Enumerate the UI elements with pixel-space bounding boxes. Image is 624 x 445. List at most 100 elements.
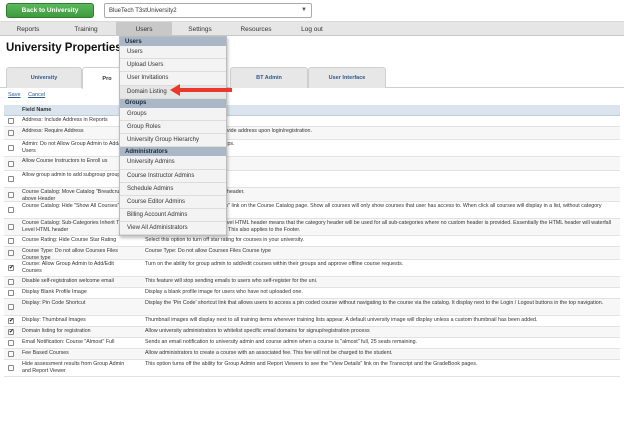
property-checkbox[interactable] <box>8 118 14 124</box>
field-name: Display: Pin Code Shortcut <box>22 300 86 306</box>
table-row: Allow Course Instructors to Enroll ususe… <box>4 157 620 171</box>
field-description: Display a blank profile image for users … <box>145 289 303 295</box>
table-header: Field Name <box>4 105 620 116</box>
nav-resources[interactable]: Resources <box>228 22 284 36</box>
field-name: Course Catalog: Sub-Categories Inherit T… <box>22 220 125 233</box>
field-description: Allow administrators to create a course … <box>145 350 393 356</box>
menu-section-administrators: Administrators <box>120 147 226 157</box>
field-name: Course Rating: Hide Course Star Rating <box>22 237 117 243</box>
table-row: Course Rating: Hide Course Star Rating Se… <box>4 236 620 247</box>
property-checkbox[interactable] <box>8 145 14 151</box>
page-title: University Properties <box>6 42 122 54</box>
field-name: Course Catalog: Move Catalog "Breadcrumb… <box>22 189 129 202</box>
field-name: Domain listing for registration <box>22 328 91 334</box>
property-checkbox[interactable]: ✔ <box>8 329 14 335</box>
field-name: Email Notification: Course "Almost" Full <box>22 339 115 345</box>
nav-settings[interactable]: Settings <box>172 22 228 36</box>
table-row: Admin: Do not Allow Group Admin to Add/E… <box>4 140 620 157</box>
field-description: Sends an email notification to universit… <box>145 339 417 345</box>
field-name: Allow group admin to add subgroup groups <box>22 172 124 178</box>
field-name: Course: Allow Group Admin to Add/Edit Co… <box>22 261 114 274</box>
table-row: Disable self-registration welcome email T… <box>4 277 620 288</box>
tab-university[interactable]: University <box>6 67 82 88</box>
field-name: Disable self-registration welcome email <box>22 278 114 284</box>
field-description: Course Type: Do not allow Courses Files … <box>145 248 271 254</box>
field-name: Address: Include Address in Reports <box>22 117 108 123</box>
table-row: Course Type: Do not allow Courses Files … <box>4 247 620 261</box>
form-actions: Save Cancel <box>8 92 51 98</box>
property-checkbox[interactable] <box>8 130 14 136</box>
field-description: This feature will stop sending emails to… <box>145 278 318 284</box>
field-name: Display Blank Profile Image <box>22 289 87 295</box>
field-description: Display the 'Pin Code' shortcut link tha… <box>145 300 604 306</box>
users-dropdown-menu: Users Users Upload Users User Invitation… <box>119 36 227 237</box>
table-row: ✔ Domain listing for registration Allow un… <box>4 327 620 338</box>
table-row: Display: Pin Code Shortcut Display the 'P… <box>4 299 620 316</box>
chevron-down-icon: ▼ <box>301 7 307 13</box>
table-row: Course Catalog: Hide "Show All Courses" … <box>4 202 620 219</box>
property-checkbox[interactable] <box>8 351 14 357</box>
menu-item-upload-users[interactable]: Upload Users <box>120 59 226 73</box>
field-description: Select this option to turn off star rati… <box>145 237 305 243</box>
nav-reports[interactable]: Reports <box>0 22 56 36</box>
field-name: Fee Based Courses <box>22 350 69 356</box>
menu-item-billing-account-admins[interactable]: Billing Account Admins <box>120 209 226 223</box>
university-select-value: BlueTech T3stUniversity2 <box>109 7 177 14</box>
field-description: Turn on the ability for group admin to a… <box>145 261 404 267</box>
property-checkbox[interactable] <box>8 238 14 244</box>
property-checkbox[interactable] <box>8 290 14 296</box>
save-link[interactable]: Save <box>8 92 21 98</box>
main-nav: Reports Training Users Settings Resource… <box>0 22 624 36</box>
tab-bar: University Pro BT Admin User Interface <box>0 64 624 89</box>
property-checkbox[interactable]: ✔ <box>8 265 14 271</box>
nav-log-out[interactable]: Log out <box>284 22 340 36</box>
property-checkbox[interactable] <box>8 160 14 167</box>
menu-item-users[interactable]: Users <box>120 46 226 60</box>
field-description: This option turns off the ability for Gr… <box>145 361 478 367</box>
menu-item-university-admins[interactable]: University Admins <box>120 156 226 170</box>
field-name: Display: Thumbnail Images <box>22 317 86 323</box>
property-checkbox[interactable] <box>8 279 14 285</box>
property-checkbox[interactable] <box>8 365 14 371</box>
table-row: ✔ Course: Allow Group Admin to Add/Edit C… <box>4 260 620 277</box>
menu-item-view-all-administrators[interactable]: View All Administrators <box>120 222 226 236</box>
field-description: Thumbnail images will display next to al… <box>145 317 538 323</box>
menu-item-groups[interactable]: Groups <box>120 108 226 121</box>
menu-item-course-instructor-admins[interactable]: Course Instructor Admins <box>120 170 226 183</box>
property-checkbox[interactable] <box>8 191 14 198</box>
property-checkbox[interactable]: ✔ <box>8 318 14 324</box>
field-name-header: Field Name <box>22 107 52 113</box>
menu-item-group-roles[interactable]: Group Roles <box>120 121 226 135</box>
nav-users[interactable]: Users <box>116 22 172 36</box>
table-row: Fee Based Courses Allow administrators to… <box>4 349 620 360</box>
back-to-university-button[interactable]: Back to University <box>6 3 94 18</box>
tab-bt-admin[interactable]: BT Admin <box>230 67 308 88</box>
table-body: Address: Include Address in Reportsin re… <box>4 116 620 377</box>
table-row: ✔ Display: Thumbnail Images Thumbnail imag… <box>4 316 620 327</box>
property-checkbox[interactable] <box>8 304 14 310</box>
nav-training[interactable]: Training <box>56 22 116 36</box>
tab-user-interface[interactable]: User Interface <box>308 67 386 88</box>
menu-item-course-editor-admins[interactable]: Course Editor Admins <box>120 196 226 210</box>
top-bar: Back to University BlueTech T3stUniversi… <box>0 0 624 22</box>
field-name: Address: Require Address <box>22 128 84 134</box>
property-checkbox[interactable] <box>8 224 14 230</box>
menu-item-schedule-admins[interactable]: Schedule Admins <box>120 183 226 196</box>
menu-section-users: Users <box>120 37 226 46</box>
field-description: Allow university administrators to white… <box>145 328 370 334</box>
red-arrow-annotation <box>170 84 232 96</box>
properties-table: Field Name Address: Include Address in R… <box>4 105 620 377</box>
field-name: Course Catalog: Hide "Show All Courses" … <box>22 203 131 209</box>
menu-item-university-group-hierarchy[interactable]: University Group Hierarchy <box>120 134 226 148</box>
table-row: Course Catalog: Sub-Categories Inherit T… <box>4 219 620 236</box>
cancel-link[interactable]: Cancel <box>28 92 45 98</box>
table-row: Display Blank Profile Image Display a bla… <box>4 288 620 299</box>
property-checkbox[interactable] <box>8 250 14 256</box>
university-select[interactable]: BlueTech T3stUniversity2 ▼ <box>104 3 312 18</box>
property-checkbox[interactable] <box>8 207 14 213</box>
table-row: Email Notification: Course "Almost" Full… <box>4 338 620 349</box>
table-row: Allow group admin to add subgroup groups… <box>4 171 620 188</box>
table-row: Address: Require Address count. Users wil… <box>4 127 620 140</box>
property-checkbox[interactable] <box>8 340 14 346</box>
property-checkbox[interactable] <box>8 176 14 182</box>
